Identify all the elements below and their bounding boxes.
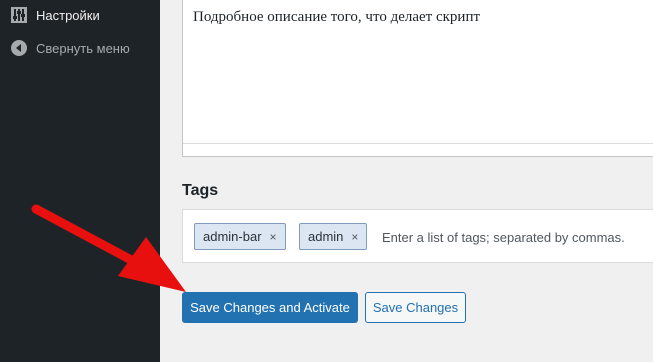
- description-editor[interactable]: Подробное описание того, что делает скри…: [182, 0, 653, 157]
- settings-sliders-icon: [10, 7, 27, 24]
- remove-tag-icon[interactable]: ×: [270, 230, 277, 244]
- collapse-arrow-icon: [10, 40, 27, 57]
- save-changes-button[interactable]: Save Changes: [365, 292, 466, 323]
- tags-heading: Tags: [182, 182, 219, 199]
- main-content: Подробное описание того, что делает скри…: [160, 0, 653, 362]
- tag-chip-admin: admin ×: [299, 223, 368, 250]
- sidebar-item-label: Свернуть меню: [36, 40, 130, 56]
- tags-input[interactable]: [382, 225, 652, 249]
- editor-page: Настройки Свернуть меню Подробное описан…: [0, 0, 653, 362]
- tags-field[interactable]: admin-bar × admin ×: [182, 209, 653, 263]
- save-and-activate-button[interactable]: Save Changes and Activate: [182, 292, 358, 323]
- tag-chip-label: admin-bar: [203, 229, 262, 244]
- sidebar-item-settings[interactable]: Настройки: [0, 1, 160, 29]
- editor-divider: [183, 143, 653, 144]
- sidebar-item-label: Настройки: [36, 7, 100, 23]
- sidebar-item-collapse-menu[interactable]: Свернуть меню: [0, 34, 160, 62]
- tag-chip-admin-bar: admin-bar ×: [194, 223, 286, 250]
- description-text: Подробное описание того, что делает скри…: [193, 9, 481, 25]
- admin-sidebar: Настройки Свернуть меню: [0, 0, 160, 362]
- tag-chip-label: admin: [308, 229, 344, 244]
- remove-tag-icon[interactable]: ×: [351, 230, 358, 244]
